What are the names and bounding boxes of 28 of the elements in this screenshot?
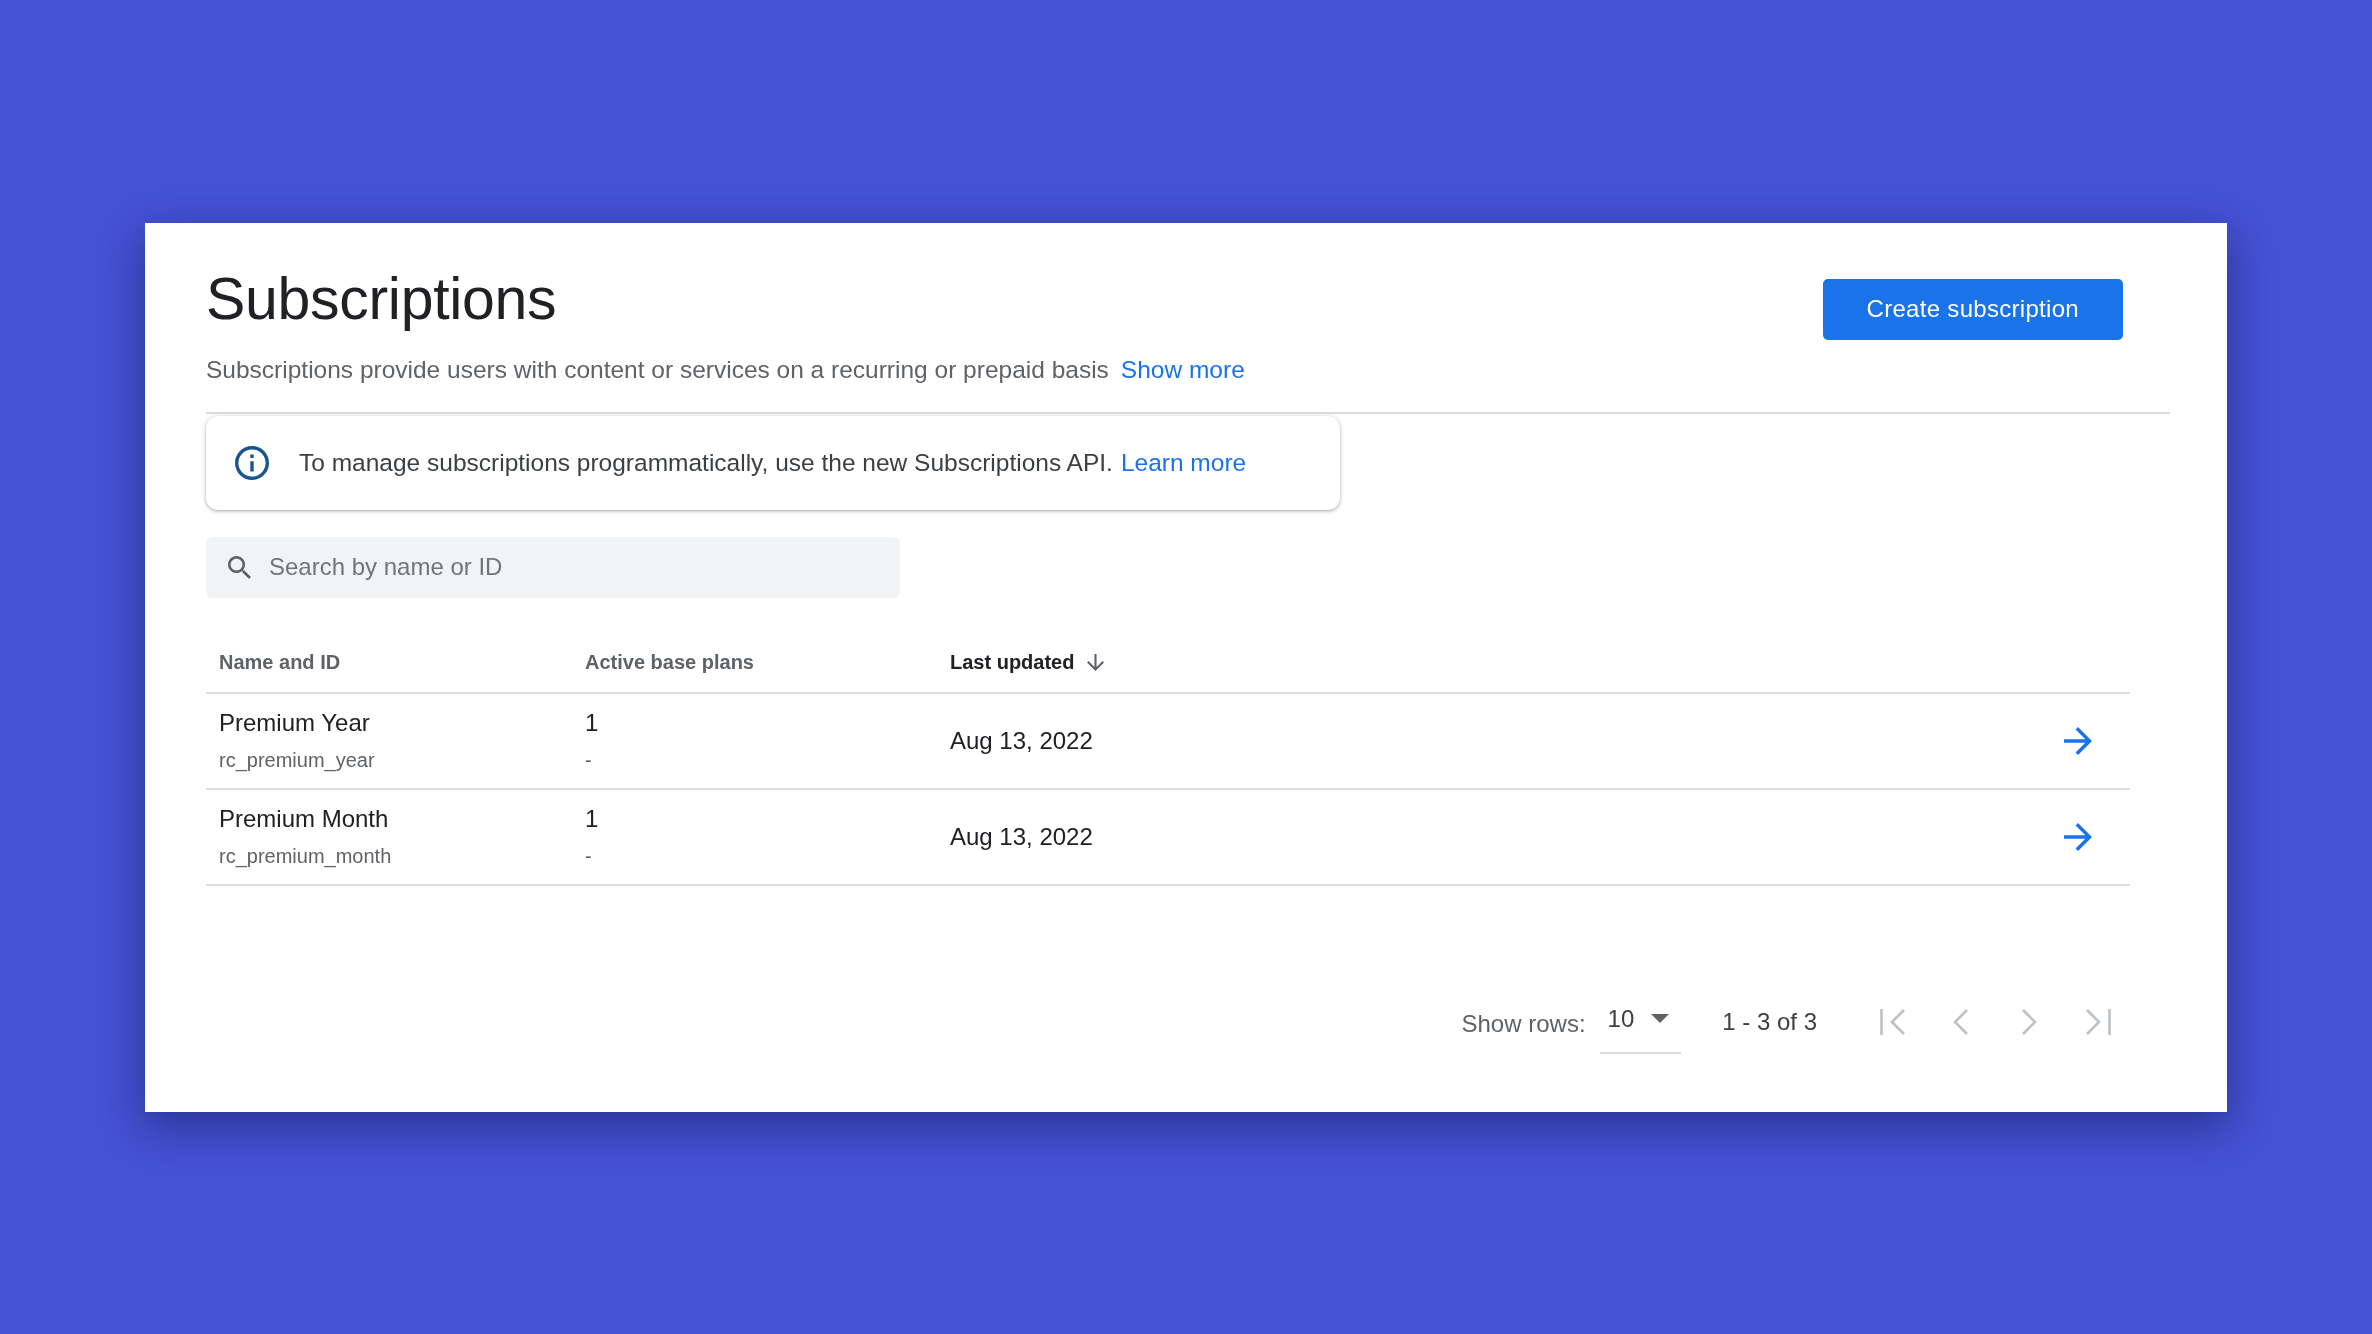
base-plan-count: 1 <box>585 803 599 834</box>
updated-date: Aug 13, 2022 <box>950 821 1093 852</box>
subscription-id: rc_premium_year <box>219 747 375 774</box>
updated-date: Aug 13, 2022 <box>950 725 1093 756</box>
subscription-id: rc_premium_month <box>219 843 392 870</box>
column-header[interactable]: Active base plans <box>585 651 754 674</box>
learn-more-link[interactable]: Learn more <box>1120 446 1247 479</box>
base-plan-detail: - <box>585 843 592 869</box>
search-icon <box>228 555 251 579</box>
caret-icon <box>1651 1014 1670 1023</box>
subscription-name: Premium Month <box>219 803 389 834</box>
show-more-link[interactable]: Show more <box>1120 353 1245 386</box>
info-icon <box>235 445 269 480</box>
arrow-right-icon[interactable] <box>2064 822 2092 851</box>
arrow-right-icon[interactable] <box>2064 726 2092 755</box>
page-range: 1 - 3 of 3 <box>1722 1007 1817 1036</box>
subscription-name: Premium Year <box>219 707 370 738</box>
page-title: Subscriptions <box>206 264 557 333</box>
rows-per-page-dropdown[interactable]: 10 <box>1599 995 1682 1054</box>
banner-text: To manage subscriptions programmatically, use the new Subscriptions API. <box>299 447 1113 478</box>
column-header[interactable]: Name and ID <box>219 651 341 674</box>
column-header[interactable]: Last updated <box>950 651 1105 674</box>
base-plan-detail: - <box>585 747 592 773</box>
page-description: Subscriptions provide users with content or services on a recurring or prepaid basis <box>206 354 1109 385</box>
create-button[interactable]: Create subscription <box>1822 278 2123 340</box>
rows-label: Show rows: <box>1461 1009 1586 1038</box>
base-plan-count: 1 <box>585 707 599 738</box>
search-field[interactable]: Search by name or ID <box>206 536 900 598</box>
